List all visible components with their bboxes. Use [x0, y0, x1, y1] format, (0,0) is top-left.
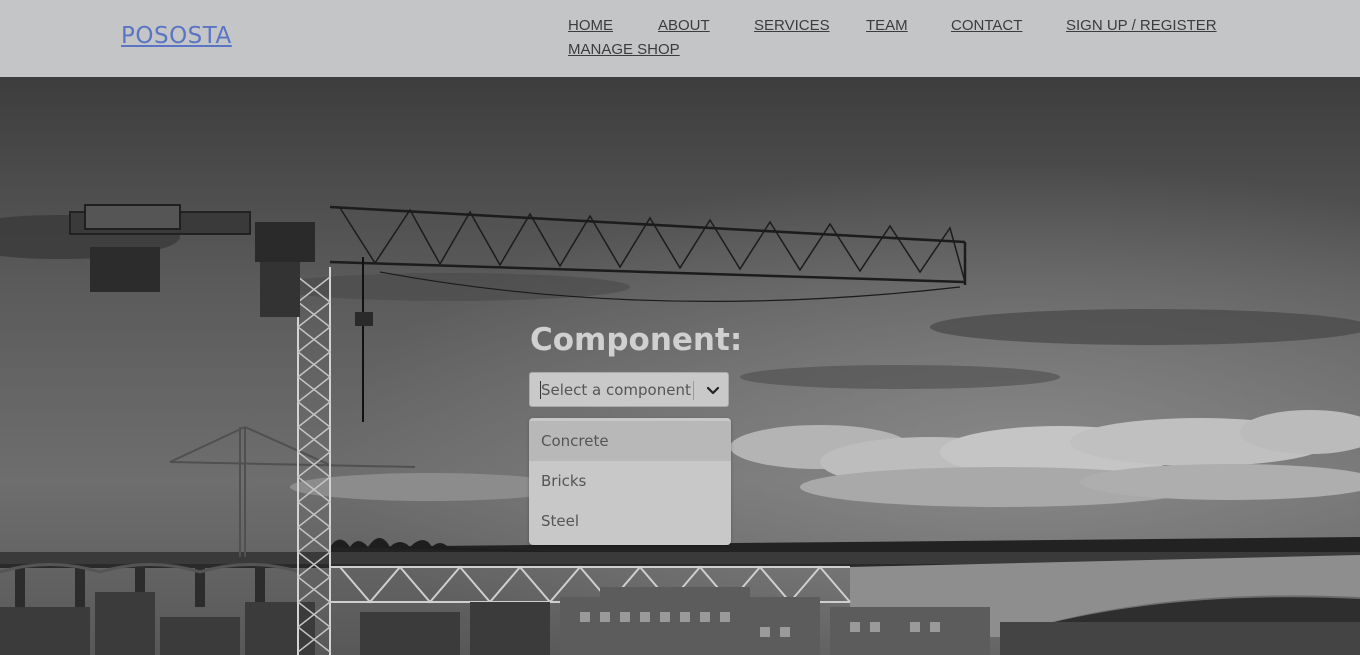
nav-services[interactable]: SERVICES — [754, 17, 830, 34]
nav-manage-shop[interactable]: MANAGE SHOP — [568, 41, 680, 58]
select-separator — [693, 381, 694, 400]
option-concrete[interactable]: Concrete — [529, 421, 731, 461]
component-select[interactable]: Select a component — [529, 372, 729, 407]
nav-team[interactable]: TEAM — [866, 17, 908, 34]
hero-background-image — [0, 77, 1360, 655]
chevron-down-icon[interactable] — [704, 381, 722, 399]
component-dropdown-menu: Concrete Bricks Steel — [529, 418, 731, 545]
nav-home[interactable]: HOME — [568, 17, 613, 34]
option-steel[interactable]: Steel — [529, 501, 731, 541]
site-logo-link[interactable]: POSOSTA — [121, 23, 232, 49]
site-header: POSOSTA HOME ABOUT SERVICES TEAM CONTACT… — [0, 0, 1360, 77]
component-heading: Component: — [530, 322, 743, 358]
option-bricks[interactable]: Bricks — [529, 461, 731, 501]
nav-contact[interactable]: CONTACT — [951, 17, 1022, 34]
page: POSOSTA HOME ABOUT SERVICES TEAM CONTACT… — [0, 0, 1360, 655]
nav-signup-register[interactable]: SIGN UP / REGISTER — [1066, 17, 1217, 34]
nav-about[interactable]: ABOUT — [658, 17, 710, 34]
component-select-placeholder: Select a component — [540, 381, 691, 399]
